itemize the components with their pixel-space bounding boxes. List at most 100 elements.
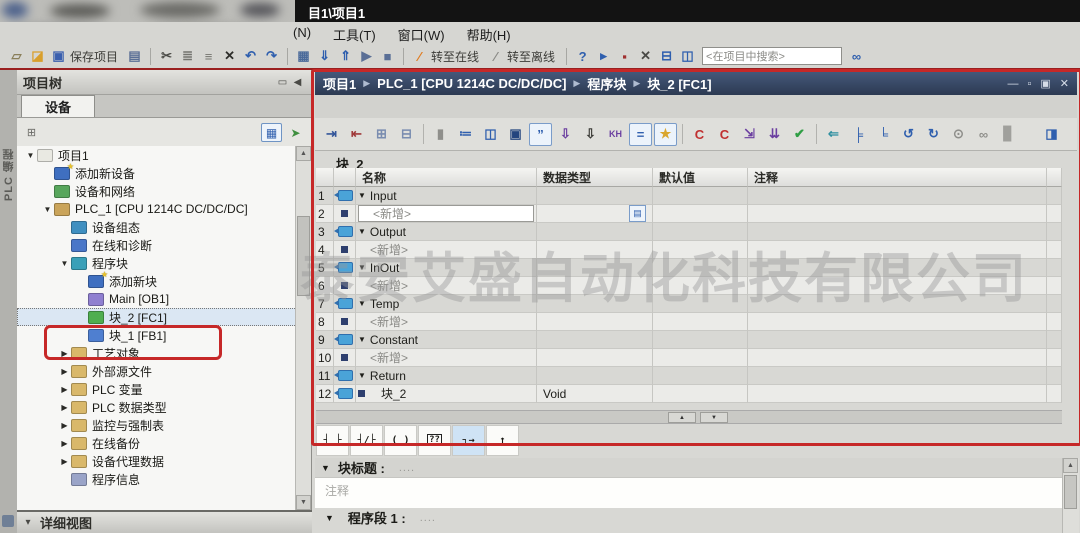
expand-table-icon[interactable]: ▲ <box>668 412 696 423</box>
add-row-after-icon[interactable]: ⊟ <box>395 123 418 146</box>
default-value-cell[interactable] <box>653 313 748 331</box>
table-row-section-output[interactable]: 3▼Output <box>316 223 1062 241</box>
expander-icon[interactable]: ▼ <box>25 151 36 160</box>
expander-icon[interactable]: ▶ <box>59 385 70 394</box>
start-runtime-icon[interactable]: ▸ <box>594 47 613 66</box>
sidebar-item-设备组态[interactable]: 设备组态 <box>17 218 311 236</box>
add-row-icon[interactable]: ⊞ <box>370 123 393 146</box>
name-cell[interactable]: ▼Return <box>356 367 537 385</box>
expander-icon[interactable]: ▶ <box>59 439 70 448</box>
call-structure-icon[interactable]: ⇐ <box>822 123 845 146</box>
section-caret-icon[interactable]: ▼ <box>358 263 366 272</box>
new-entry-placeholder[interactable]: <新增> <box>370 241 408 258</box>
name-cell[interactable]: <新增> <box>356 205 537 223</box>
name-cell[interactable]: 块_2 <box>356 385 537 403</box>
next-error-icon[interactable]: C <box>713 123 736 146</box>
copy-icon[interactable]: ≣ <box>178 47 197 66</box>
expander-icon[interactable]: ▶ <box>59 421 70 430</box>
insert-row-icon[interactable]: ⇥ <box>320 123 343 146</box>
sort-icon[interactable]: ⊞ <box>23 125 40 140</box>
breadcrumb-part[interactable]: 程序块 <box>587 74 626 93</box>
editor-scrollbar[interactable]: ▲ <box>1062 458 1079 533</box>
collapse-caret-icon[interactable]: ▼ <box>321 463 330 473</box>
split-editor-vertical-icon[interactable]: ◫ <box>678 47 697 66</box>
stop-cpu-icon[interactable]: ■ <box>378 47 397 66</box>
compare-icon[interactable]: ∞ <box>972 123 995 146</box>
comment-cell[interactable] <box>748 223 1047 241</box>
sidebar-item-main--ob1-[interactable]: Main [OB1] <box>17 290 311 308</box>
collapse-panel-icon[interactable]: ◀ <box>290 76 305 89</box>
datatype-cell[interactable] <box>537 367 653 385</box>
close-icon[interactable]: ✕ <box>1060 77 1069 90</box>
datatype-cell[interactable] <box>537 187 653 205</box>
delete-icon[interactable]: ✕ <box>220 47 239 66</box>
tab-devices[interactable]: 设备 <box>21 95 95 117</box>
section-caret-icon[interactable]: ▼ <box>358 299 366 308</box>
default-value-cell[interactable] <box>653 223 748 241</box>
scroll-down-icon[interactable]: ▼ <box>296 495 311 510</box>
stop-runtime-icon[interactable]: ▪ <box>615 47 634 66</box>
copy-snapshot-icon[interactable]: ⇲ <box>738 123 761 146</box>
comment-cell[interactable] <box>748 385 1047 403</box>
default-value-cell[interactable] <box>653 277 748 295</box>
keep-actual-values-icon[interactable]: ▮ <box>429 123 452 146</box>
go-online-icon[interactable]: ∕ <box>410 47 429 66</box>
window-layout-icon[interactable]: ◨ <box>1040 123 1063 146</box>
project-search-input[interactable] <box>702 47 842 65</box>
portal-view-icon[interactable] <box>2 515 14 527</box>
block-title-dots[interactable]: .... <box>399 462 415 474</box>
block-comment-area[interactable]: 注释 <box>315 477 1077 509</box>
know-how-protection-icon[interactable]: ▊ <box>997 123 1020 146</box>
sidebar-item-添加新设备[interactable]: 添加新设备 <box>17 164 311 182</box>
breadcrumb-part[interactable]: PLC_1 [CPU 1214C DC/DC/DC] <box>377 76 566 91</box>
paste-icon[interactable]: ≡ <box>199 47 218 66</box>
menu-item-w[interactable]: 窗口(W) <box>398 25 445 44</box>
comment-cell[interactable] <box>748 259 1047 277</box>
open-project-icon[interactable]: ◪ <box>28 47 47 66</box>
name-cell[interactable]: <新增> <box>356 241 537 259</box>
sidebar-item-plc-变量[interactable]: ▶PLC 变量 <box>17 380 311 398</box>
comment-cell[interactable] <box>748 313 1047 331</box>
sidebar-item-工艺对象[interactable]: ▶工艺对象 <box>17 344 311 362</box>
export-module-icon[interactable]: ➤ <box>286 124 305 141</box>
collapse-network-icon[interactable]: ▣ <box>504 123 527 146</box>
collapse-caret-icon[interactable]: ▼ <box>325 513 334 523</box>
network-1-dots[interactable]: .... <box>420 512 436 524</box>
go-offline-icon[interactable]: ∕ <box>486 47 505 66</box>
collapse-details-icon[interactable]: ▾ <box>21 516 35 530</box>
comment-cell[interactable] <box>748 241 1047 259</box>
comment-cell[interactable] <box>748 205 1047 223</box>
default-value-cell[interactable] <box>653 367 748 385</box>
find-icon[interactable]: ⊙ <box>947 123 970 146</box>
default-value-cell[interactable] <box>653 385 748 403</box>
print-icon[interactable]: ▤ <box>125 47 144 66</box>
sidebar-item-程序块[interactable]: ▼程序块 <box>17 254 311 272</box>
table-row-new-entry[interactable]: 10<新增> <box>316 349 1062 367</box>
close-branch-favorite[interactable]: ↑ <box>486 425 519 456</box>
default-value-cell[interactable] <box>653 205 748 223</box>
table-row-new-entry[interactable]: 4<新增> <box>316 241 1062 259</box>
table-row-new-entry[interactable]: 6<新增> <box>316 277 1062 295</box>
redo-icon[interactable]: ↷ <box>262 47 281 66</box>
default-value-cell[interactable] <box>653 349 748 367</box>
compile-icon[interactable]: ▦ <box>294 47 313 66</box>
update-calls-icon[interactable]: ↺ <box>897 123 920 146</box>
details-view-bar[interactable]: ▾ 详细视图 <box>17 510 312 533</box>
previous-error-icon[interactable]: C <box>688 123 711 146</box>
sidebar-item-项目1[interactable]: ▼项目1 <box>17 146 311 164</box>
name-cell[interactable]: <新增> <box>356 313 537 331</box>
breadcrumb-part[interactable]: 项目1 <box>323 74 356 93</box>
section-caret-icon[interactable]: ▼ <box>358 227 366 236</box>
sidebar-item-plc-1--cpu-1214c-dc/dc/dc-[interactable]: ▼PLC_1 [CPU 1214C DC/DC/DC] <box>17 200 311 218</box>
sidebar-item-块-2--fc1-[interactable]: 块_2 [FC1] <box>17 308 311 326</box>
open-branch-favorite[interactable]: ┐→ <box>452 425 485 456</box>
sidebar-item-块-1--fb1-[interactable]: 块_1 [FB1] <box>17 326 311 344</box>
snapshot-icon[interactable]: ⇩ <box>579 123 602 146</box>
sidebar-item-添加新块[interactable]: 添加新块 <box>17 272 311 290</box>
download-interface-icon[interactable]: ⇩ <box>554 123 577 146</box>
menu-item-t[interactable]: 工具(T) <box>333 25 376 44</box>
maximize-icon[interactable]: ▣ <box>1040 77 1050 90</box>
absolute-operands-icon[interactable]: = <box>629 123 652 146</box>
datatype-cell[interactable] <box>537 331 653 349</box>
online-diagnostics-icon[interactable]: ? <box>573 47 592 66</box>
